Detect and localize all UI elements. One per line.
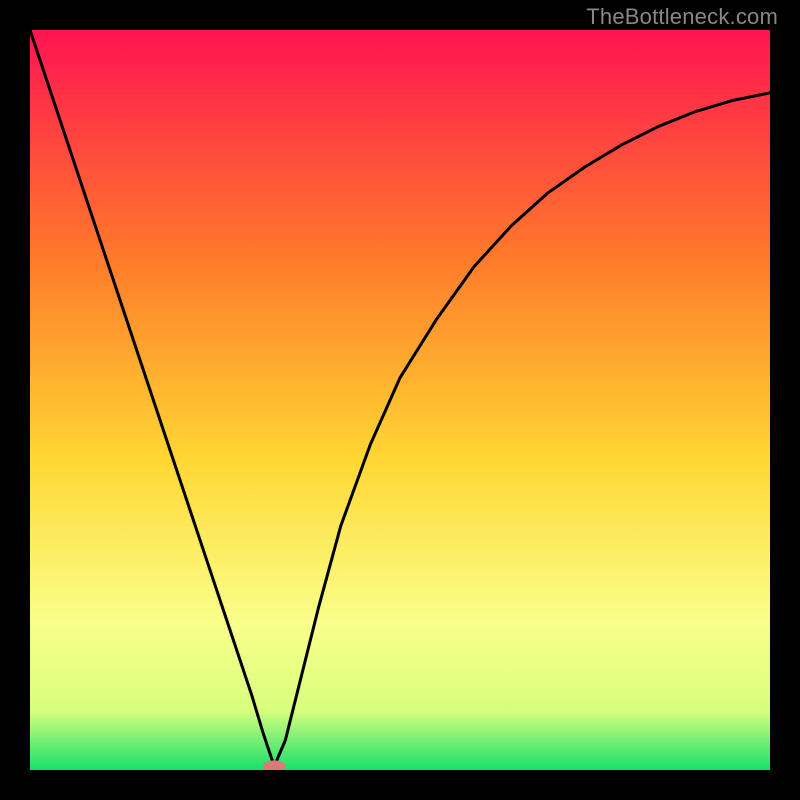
chart-svg — [30, 30, 770, 770]
plot-area — [30, 30, 770, 770]
gradient-background — [30, 30, 770, 770]
chart-frame: TheBottleneck.com — [0, 0, 800, 800]
watermark-text: TheBottleneck.com — [586, 4, 778, 30]
